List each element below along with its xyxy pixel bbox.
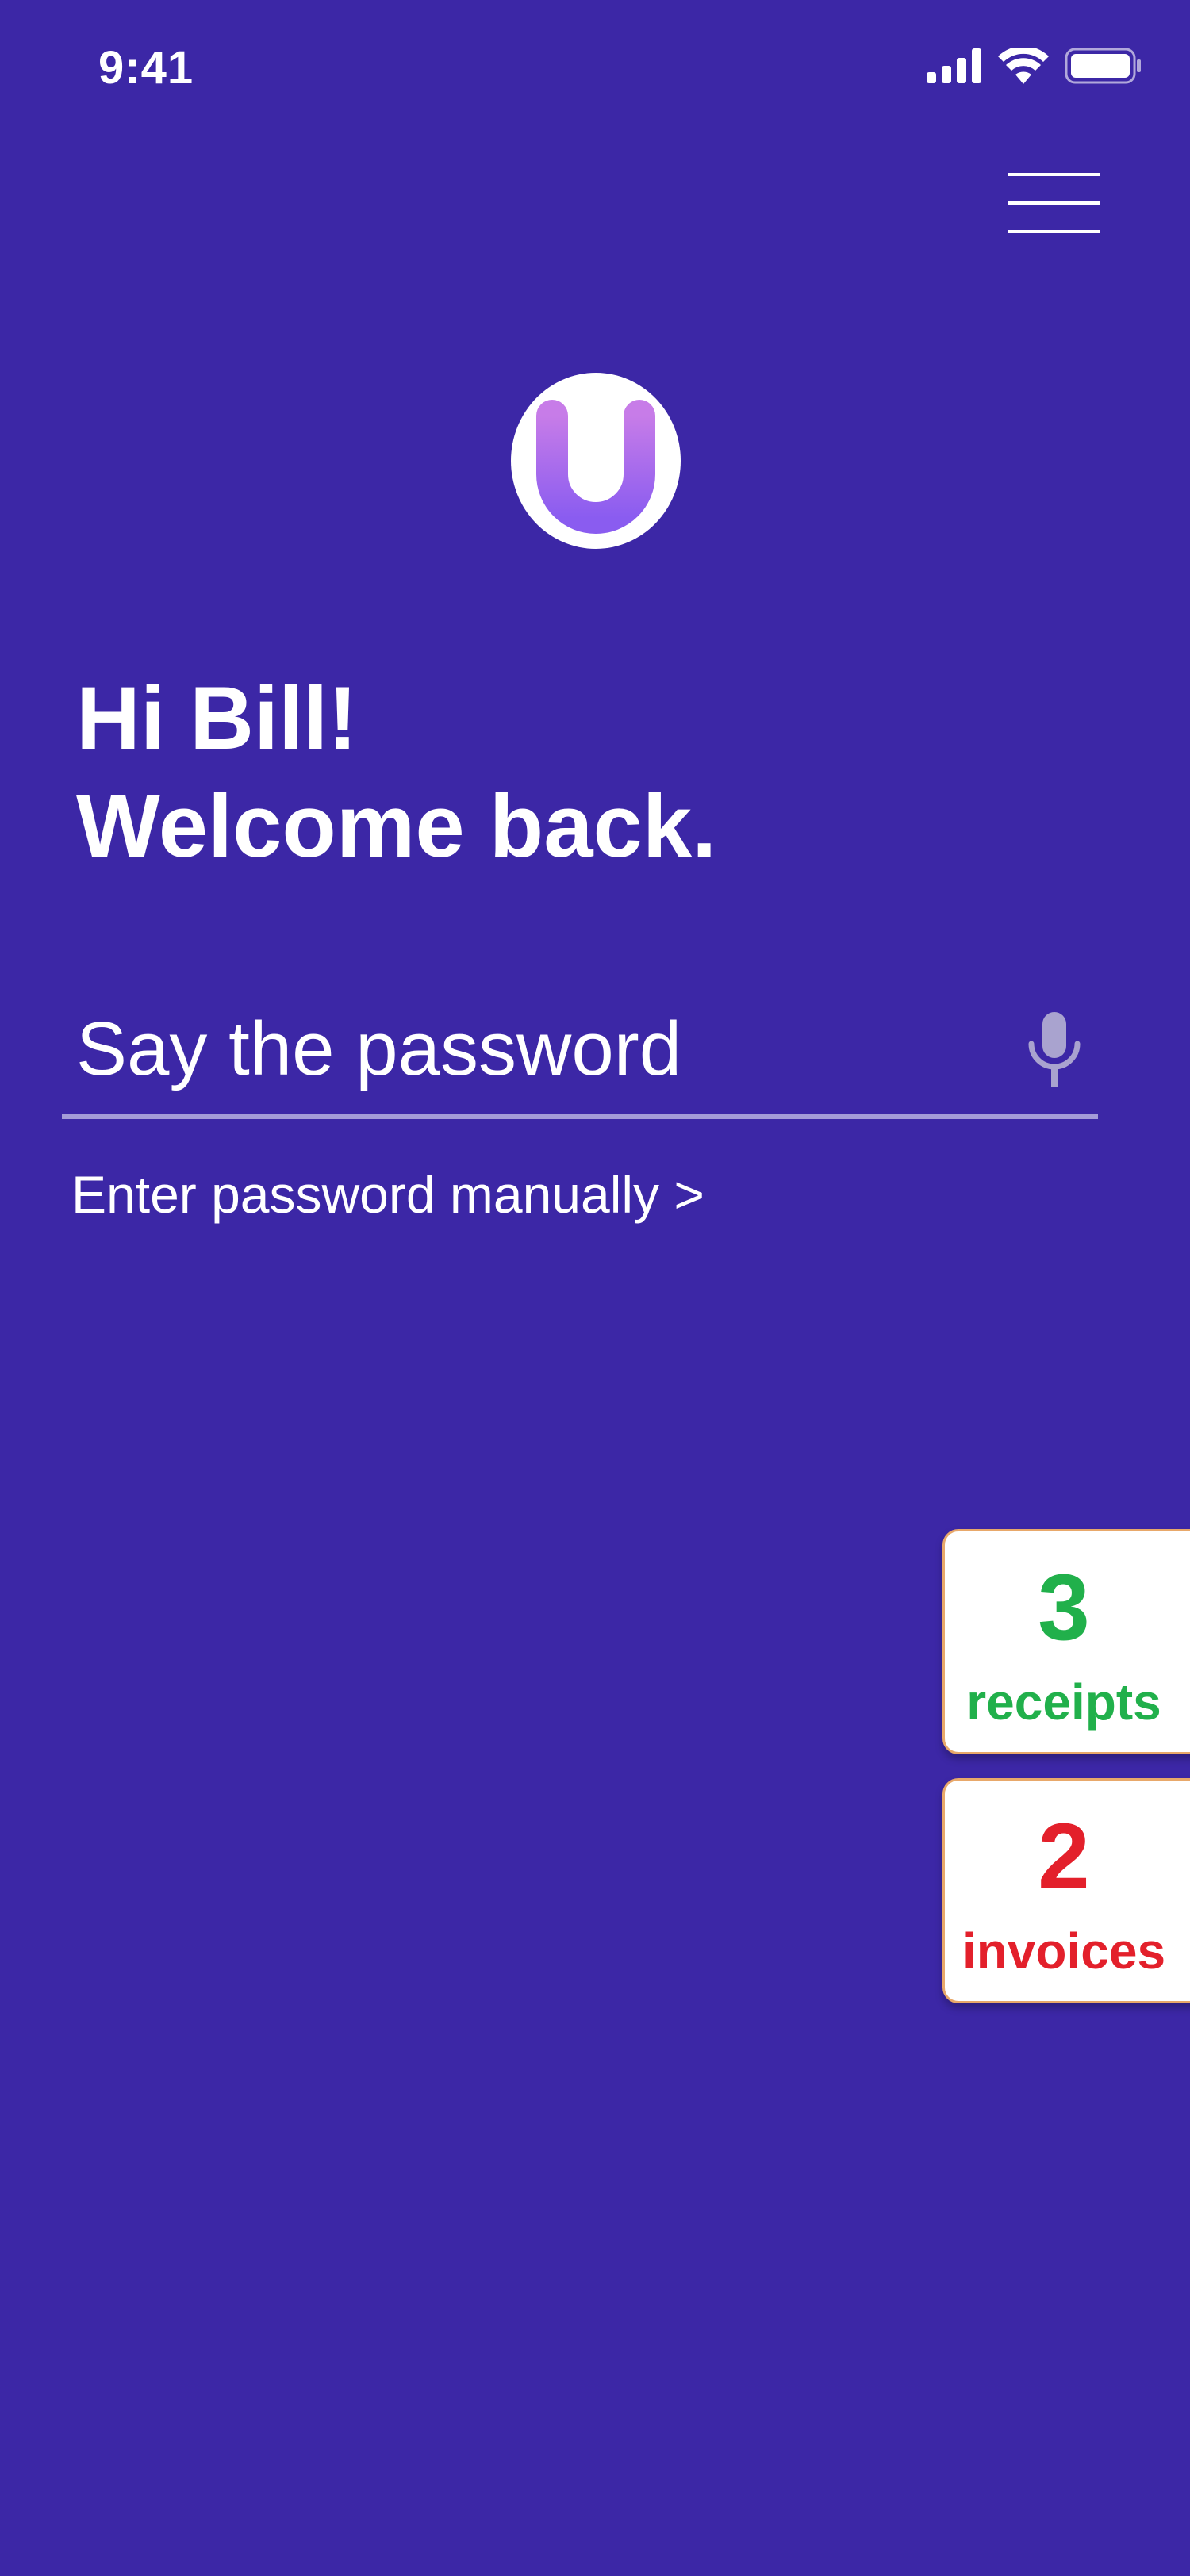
- hamburger-menu-icon[interactable]: [1008, 171, 1100, 235]
- invoices-card[interactable]: 2 invoices: [942, 1778, 1190, 2003]
- greeting-heading: Hi Bill! Welcome back.: [76, 665, 716, 880]
- battery-icon: [1065, 48, 1142, 88]
- app-logo: [511, 373, 681, 549]
- greeting-line-1: Hi Bill!: [76, 669, 358, 768]
- cellular-signal-icon: [927, 48, 982, 87]
- password-voice-field[interactable]: Say the password: [62, 991, 1098, 1119]
- receipts-card[interactable]: 3 receipts: [942, 1529, 1190, 1754]
- invoices-label: invoices: [962, 1922, 1166, 1980]
- invoices-count: 2: [1038, 1804, 1090, 1909]
- enter-password-manually-link[interactable]: Enter password manually >: [71, 1164, 704, 1225]
- receipts-label: receipts: [966, 1673, 1161, 1731]
- greeting-line-2: Welcome back.: [76, 776, 717, 876]
- receipts-count: 3: [1038, 1555, 1090, 1660]
- wifi-icon: [998, 46, 1049, 88]
- status-time: 9:41: [98, 42, 194, 94]
- status-icons: [927, 46, 1142, 88]
- password-placeholder: Say the password: [76, 1006, 682, 1091]
- microphone-icon[interactable]: [1027, 1012, 1082, 1090]
